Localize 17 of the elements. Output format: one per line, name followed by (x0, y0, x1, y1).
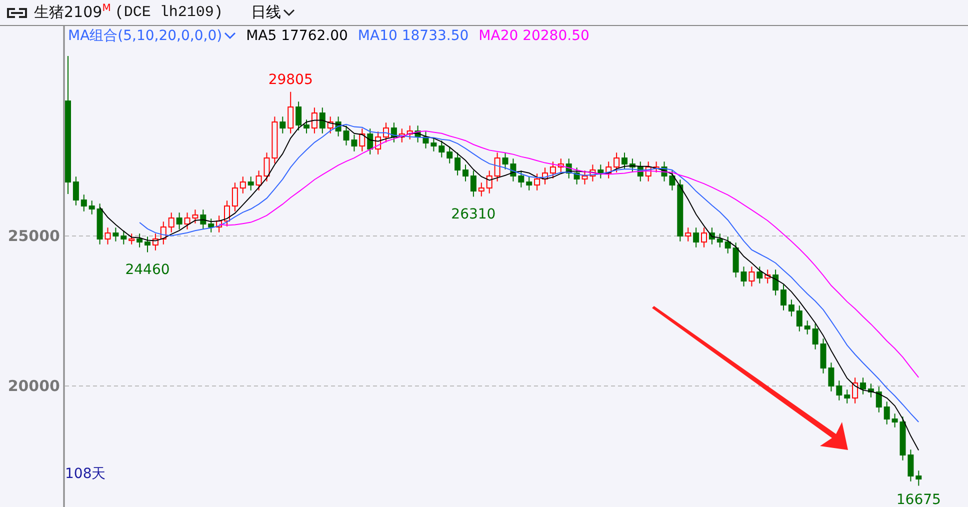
y-axis-label: 20000 (8, 377, 60, 395)
instrument-code: (DCE lh2109) (114, 4, 223, 21)
chevron-down-icon (282, 8, 295, 16)
ma-value: MA5 17762.00 (246, 28, 348, 44)
price-label: 16675 (896, 492, 941, 507)
chevron-down-icon (224, 32, 236, 40)
instrument-title: 生猪2109$^{M}$ (34, 3, 111, 22)
ma-combo-dropdown[interactable]: MA组合(5,10,20,0,0,0) (66, 27, 236, 45)
price-label: 29805 (268, 72, 313, 88)
y-axis-label: 25000 (8, 227, 60, 245)
price-label: 26310 (451, 206, 496, 223)
link-icon[interactable] (6, 6, 28, 18)
period-dropdown[interactable]: 日线 (250, 3, 295, 22)
price-label: 24460 (125, 262, 170, 278)
day-count: 108天 (65, 466, 106, 482)
ma-value: MA20 20280.50 (478, 28, 590, 44)
ma-value: MA10 18733.50 (358, 28, 469, 44)
